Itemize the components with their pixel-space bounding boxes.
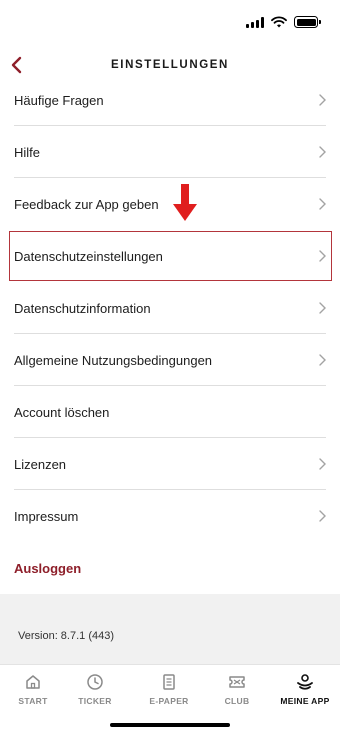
- logout-label: Ausloggen: [14, 560, 82, 576]
- settings-item-label: Impressum: [14, 508, 79, 524]
- wifi-icon: [271, 16, 287, 28]
- settings-item-datenschutzinformation[interactable]: Datenschutzinformation: [0, 282, 340, 334]
- document-icon: [163, 674, 175, 690]
- tab-label: START: [18, 696, 48, 706]
- version-text: Version: 8.7.1 (443): [18, 630, 115, 642]
- tab-label: CLUB: [224, 696, 250, 706]
- status-bar: [0, 0, 340, 44]
- settings-item-nutzungsbedingungen[interactable]: Allgemeine Nutzungsbedingungen: [0, 334, 340, 386]
- chevron-right-icon: [319, 250, 326, 262]
- chevron-right-icon: [319, 198, 326, 210]
- settings-item-label: Hilfe: [14, 144, 41, 160]
- user-icon: [297, 674, 313, 690]
- settings-item-haeufige-fragen[interactable]: Häufige Fragen: [0, 74, 340, 126]
- settings-item-feedback[interactable]: Feedback zur App geben: [0, 178, 340, 230]
- battery-icon: [294, 16, 321, 28]
- clock-icon: [87, 674, 103, 690]
- status-icons: [246, 16, 321, 28]
- settings-item-impressum[interactable]: Impressum: [0, 490, 340, 542]
- signal-icon: [246, 16, 264, 28]
- settings-item-label: Datenschutzeinstellungen: [14, 248, 163, 264]
- chevron-right-icon: [319, 146, 326, 158]
- settings-item-label: Allgemeine Nutzungsbedingungen: [14, 352, 213, 368]
- tab-label: TICKER: [78, 696, 112, 706]
- tab-label: MEINE APP: [280, 696, 330, 706]
- tab-meine-app[interactable]: MEINE APP: [273, 673, 337, 706]
- settings-item-lizenzen[interactable]: Lizenzen: [0, 438, 340, 490]
- chevron-right-icon: [319, 354, 326, 366]
- settings-item-label: Datenschutzinformation: [14, 300, 151, 316]
- settings-item-label: Häufige Fragen: [14, 92, 104, 108]
- home-icon: [26, 675, 40, 689]
- version-section: Version: 8.7.1 (443): [0, 594, 340, 664]
- settings-item-hilfe[interactable]: Hilfe: [0, 126, 340, 178]
- tab-club[interactable]: CLUB: [205, 673, 269, 706]
- tab-epaper[interactable]: E-PAPER: [137, 673, 201, 706]
- settings-item-label: Feedback zur App geben: [14, 196, 159, 212]
- logout-button[interactable]: Ausloggen: [0, 542, 340, 594]
- settings-item-label: Account löschen: [14, 404, 110, 420]
- settings-item-account-loeschen[interactable]: Account löschen: [0, 386, 340, 438]
- settings-list: Häufige Fragen Hilfe Feedback zur App ge…: [0, 74, 340, 594]
- home-indicator: [110, 723, 230, 727]
- chevron-right-icon: [319, 302, 326, 314]
- arrow-down-icon: [173, 184, 197, 221]
- tab-label: E-PAPER: [149, 696, 189, 706]
- settings-item-datenschutzeinstellungen[interactable]: Datenschutzeinstellungen: [8, 230, 333, 282]
- page-title: EINSTELLUNGEN: [111, 59, 229, 71]
- settings-item-label: Lizenzen: [14, 456, 67, 472]
- ticket-icon: [229, 676, 245, 688]
- chevron-right-icon: [319, 510, 326, 522]
- tab-ticker[interactable]: TICKER: [63, 673, 127, 706]
- chevron-right-icon: [319, 458, 326, 470]
- chevron-right-icon: [319, 94, 326, 106]
- tab-start[interactable]: START: [1, 673, 65, 706]
